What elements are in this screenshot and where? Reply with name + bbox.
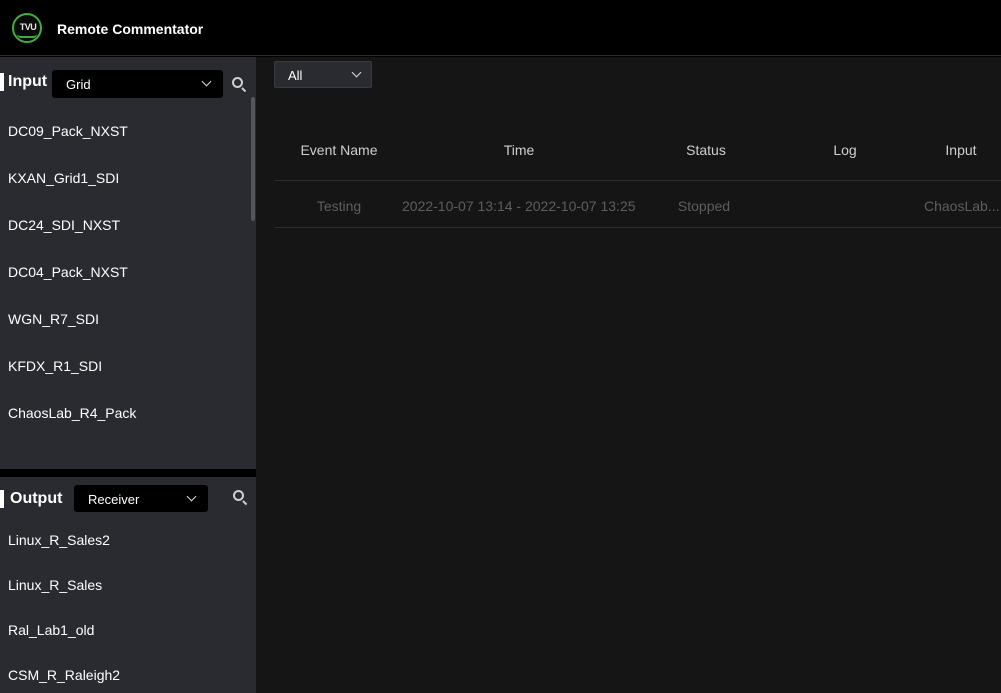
input-list-scrollbar[interactable] (251, 97, 255, 221)
input-list-item[interactable]: KFDX_R1_SDI (8, 358, 102, 374)
input-panel: Input Grid DC09_Pack_NXST KXAN_Grid1_SDI… (0, 57, 256, 469)
input-source-select[interactable]: Grid (52, 70, 223, 98)
output-list-item[interactable]: Linux_R_Sales (8, 577, 102, 593)
input-source-value: Grid (66, 77, 91, 92)
table-row[interactable]: Testing 2022-10-07 13:14 - 2022-10-07 13… (274, 180, 1001, 228)
cell-time: 2022-10-07 13:14 - 2022-10-07 13:25 (402, 198, 635, 214)
column-header-log[interactable]: Log (815, 142, 875, 158)
cell-status: Stopped (677, 198, 731, 214)
column-header-input[interactable]: Input (931, 142, 991, 158)
column-header-time[interactable]: Time (469, 142, 569, 158)
output-list-item[interactable]: Linux_R_Sales2 (8, 532, 110, 548)
input-list-item[interactable]: DC24_SDI_NXST (8, 217, 120, 233)
output-source-select[interactable]: Receiver (74, 485, 208, 512)
input-list-item[interactable]: WGN_R7_SDI (8, 311, 99, 327)
input-accent-bar (0, 73, 4, 91)
input-list-item[interactable]: KXAN_Grid1_SDI (8, 170, 119, 186)
search-icon[interactable] (232, 77, 247, 93)
output-accent-bar (0, 490, 4, 508)
input-list-item[interactable]: DC04_Pack_NXST (8, 264, 128, 280)
input-list-item[interactable]: DC09_Pack_NXST (8, 123, 128, 139)
app-header: TVU Remote Commentator (0, 0, 1001, 56)
chevron-down-icon (186, 491, 197, 502)
status-filter-select[interactable]: All (274, 61, 372, 88)
main-content: All Event Name Time Status Log Input Tes… (256, 57, 1001, 693)
output-panel-title: Output (10, 490, 63, 507)
search-icon[interactable] (233, 490, 248, 506)
logo-text: TVU (19, 22, 37, 32)
app-title: Remote Commentator (57, 21, 204, 37)
output-source-value: Receiver (88, 492, 140, 507)
input-list-item[interactable]: ChaosLab_R4_Pack (8, 405, 136, 421)
sidebar: Input Grid DC09_Pack_NXST KXAN_Grid1_SDI… (0, 57, 256, 693)
output-panel-header: Output Receiver (0, 477, 256, 529)
output-list-item[interactable]: Ral_Lab1_old (8, 622, 94, 638)
output-panel: Output Receiver Linux_R_Sales2 Linux_R_S… (0, 477, 256, 693)
cell-event-name: Testing (316, 198, 362, 214)
output-list-item[interactable]: CSM_R_Raleigh2 (8, 667, 120, 683)
tvu-logo-icon: TVU (12, 13, 42, 43)
chevron-down-icon (201, 76, 212, 87)
input-panel-header: Input Grid (0, 57, 256, 109)
column-header-event-name[interactable]: Event Name (289, 142, 389, 158)
chevron-down-icon (351, 67, 362, 78)
cell-input: ChaosLab... (924, 198, 1000, 214)
column-header-status[interactable]: Status (666, 142, 746, 158)
input-panel-title: Input (8, 73, 48, 90)
status-filter-value: All (288, 68, 303, 83)
